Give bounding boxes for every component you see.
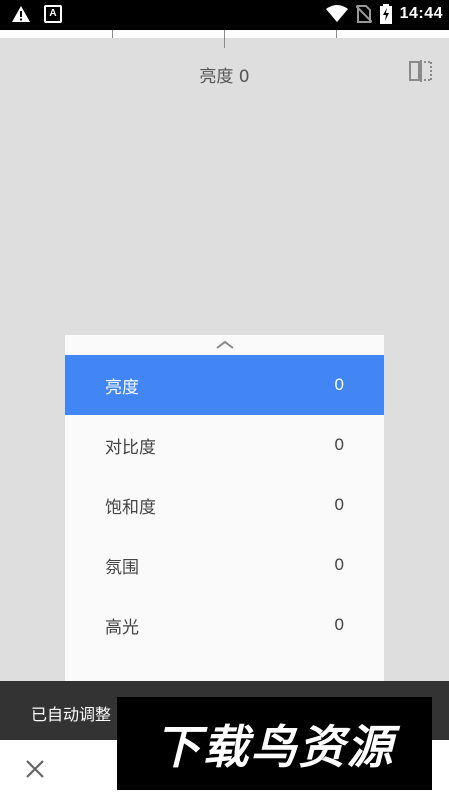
menu-item-label: 对比度 bbox=[105, 437, 156, 458]
status-time: 14:44 bbox=[399, 5, 443, 22]
menu-item-value: 0 bbox=[334, 435, 344, 454]
snackbar-text: 已自动调整 bbox=[31, 705, 112, 724]
slider-tick bbox=[336, 30, 337, 38]
warning-icon bbox=[12, 6, 30, 22]
menu-item-contrast[interactable]: 对比度 0 bbox=[65, 415, 384, 475]
watermark-text: 下载鸟资源 bbox=[154, 719, 395, 774]
menu-item-label: 亮度 bbox=[105, 377, 139, 398]
menu-item-value: 0 bbox=[334, 615, 344, 634]
menu-handle[interactable] bbox=[65, 335, 384, 355]
menu-item-brightness[interactable]: 亮度 0 bbox=[65, 355, 384, 415]
compare-icon[interactable] bbox=[409, 60, 433, 82]
a-badge-icon: A bbox=[44, 5, 62, 23]
menu-item-label: 高光 bbox=[105, 617, 139, 638]
wifi-icon bbox=[325, 5, 348, 22]
watermark: 下载鸟资源 bbox=[117, 697, 432, 790]
slider-indicator[interactable] bbox=[224, 30, 225, 48]
chevron-up-icon bbox=[215, 340, 234, 349]
menu-item-highlights[interactable]: 高光 0 bbox=[65, 595, 384, 655]
menu-item-value: 0 bbox=[334, 375, 344, 394]
adjust-value-title: 亮度 0 bbox=[199, 67, 250, 87]
status-bar: A 14:44 bbox=[0, 0, 449, 30]
adjust-menu: 亮度 0 对比度 0 饱和度 0 氛围 0 高光 0 bbox=[65, 335, 384, 685]
slider-tick bbox=[112, 30, 113, 38]
menu-item-value: 0 bbox=[334, 555, 344, 574]
menu-item-label: 氛围 bbox=[105, 557, 139, 578]
battery-charging-icon bbox=[379, 4, 392, 24]
menu-item-label: 饱和度 bbox=[105, 497, 156, 518]
no-sim-icon bbox=[355, 5, 372, 23]
close-icon[interactable] bbox=[24, 758, 46, 780]
menu-item-ambiance[interactable]: 氛围 0 bbox=[65, 535, 384, 595]
menu-item-value: 0 bbox=[334, 495, 344, 514]
menu-item-saturation[interactable]: 饱和度 0 bbox=[65, 475, 384, 535]
